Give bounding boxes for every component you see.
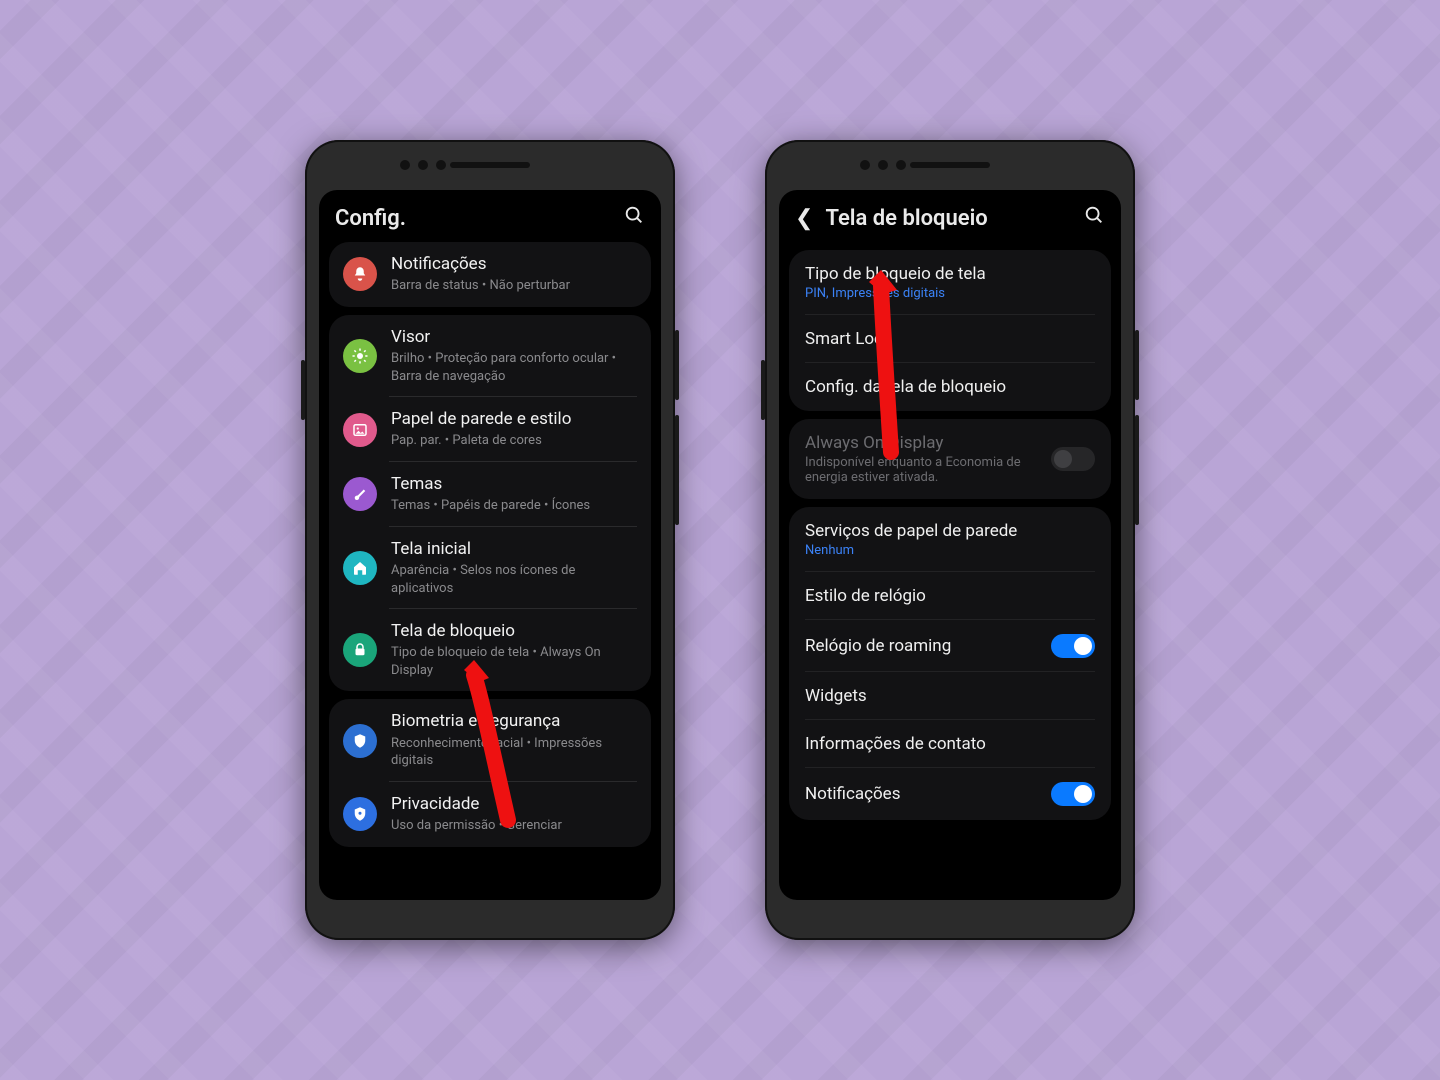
aod-toggle bbox=[1051, 447, 1095, 471]
row-sub: Barra de status • Não perturbar bbox=[391, 277, 637, 295]
image-icon bbox=[343, 413, 377, 447]
row-sub: Indisponível enquanto a Economia de ener… bbox=[805, 455, 1041, 485]
always-on-display-row: Always On Display Indisponível enquanto … bbox=[789, 419, 1111, 499]
phone-left: Config. Notificações Barra de status • N… bbox=[305, 140, 675, 940]
header: ❮ Tela de bloqueio bbox=[779, 190, 1121, 242]
row-title: Informações de contato bbox=[805, 734, 986, 754]
lockscreen-config-row[interactable]: Config. da tela de bloqueio bbox=[789, 363, 1111, 411]
row-sub: Reconhecimento facial • Impressões digit… bbox=[391, 735, 637, 770]
row-title: Tipo de bloqueio de tela bbox=[805, 264, 986, 284]
row-sub: Aparência • Selos nos ícones de aplicati… bbox=[391, 562, 637, 597]
row-title: Tela inicial bbox=[391, 539, 637, 560]
phone-right: ❮ Tela de bloqueio Tipo de bloqueio de t… bbox=[765, 140, 1135, 940]
settings-row-biometrics[interactable]: Biometria e segurança Reconhecimento fac… bbox=[329, 699, 651, 781]
row-title: Tela de bloqueio bbox=[391, 621, 637, 642]
row-sub: PIN, Impressões digitais bbox=[805, 286, 986, 301]
search-icon[interactable] bbox=[1083, 204, 1105, 232]
row-title: Always On Display bbox=[805, 433, 1041, 453]
search-icon[interactable] bbox=[623, 204, 645, 232]
widgets-row[interactable]: Widgets bbox=[789, 672, 1111, 720]
smart-lock-row[interactable]: Smart Lock bbox=[789, 315, 1111, 363]
settings-row-privacy[interactable]: Privacidade Uso da permissão • Gerenciar bbox=[329, 782, 651, 847]
row-title: Visor bbox=[391, 327, 637, 348]
notifications-toggle[interactable] bbox=[1051, 782, 1095, 806]
row-title: Widgets bbox=[805, 686, 867, 706]
row-title: Serviços de papel de parede bbox=[805, 521, 1017, 541]
settings-row-themes[interactable]: Temas Temas • Papéis de parede • Ícones bbox=[329, 462, 651, 527]
page-title: Config. bbox=[335, 206, 406, 231]
row-title: Papel de parede e estilo bbox=[391, 409, 637, 430]
back-icon[interactable]: ❮ bbox=[795, 206, 813, 231]
sun-icon bbox=[343, 339, 377, 373]
row-title: Privacidade bbox=[391, 794, 637, 815]
settings-row-display[interactable]: Visor Brilho • Proteção para conforto oc… bbox=[329, 315, 651, 397]
clock-style-row[interactable]: Estilo de relógio bbox=[789, 572, 1111, 620]
contact-info-row[interactable]: Informações de contato bbox=[789, 720, 1111, 768]
row-sub: Pap. par. • Paleta de cores bbox=[391, 432, 637, 450]
page-title: Tela de bloqueio bbox=[825, 206, 987, 231]
screen-lockscreen-settings: ❮ Tela de bloqueio Tipo de bloqueio de t… bbox=[779, 190, 1121, 900]
privacy-icon bbox=[343, 797, 377, 831]
row-title: Notificações bbox=[391, 254, 637, 275]
row-sub: Uso da permissão • Gerenciar bbox=[391, 817, 637, 835]
lock-icon bbox=[343, 633, 377, 667]
brush-icon bbox=[343, 477, 377, 511]
row-title: Temas bbox=[391, 474, 637, 495]
row-title: Notificações bbox=[805, 784, 900, 804]
settings-row-home[interactable]: Tela inicial Aparência • Selos nos ícone… bbox=[329, 527, 651, 609]
row-title: Smart Lock bbox=[805, 329, 892, 349]
wallpaper-services-row[interactable]: Serviços de papel de parede Nenhum bbox=[789, 507, 1111, 572]
roaming-clock-toggle[interactable] bbox=[1051, 634, 1095, 658]
row-title: Relógio de roaming bbox=[805, 636, 951, 656]
screen-settings: Config. Notificações Barra de status • N… bbox=[319, 190, 661, 900]
settings-row-notifications[interactable]: Notificações Barra de status • Não pertu… bbox=[329, 242, 651, 307]
row-title: Estilo de relógio bbox=[805, 586, 926, 606]
bell-icon bbox=[343, 257, 377, 291]
row-sub: Brilho • Proteção para conforto ocular •… bbox=[391, 350, 637, 385]
row-title: Config. da tela de bloqueio bbox=[805, 377, 1006, 397]
notifications-row[interactable]: Notificações bbox=[789, 768, 1111, 820]
header: Config. bbox=[319, 190, 661, 242]
row-title: Biometria e segurança bbox=[391, 711, 637, 732]
row-sub: Tipo de bloqueio de tela • Always On Dis… bbox=[391, 644, 637, 679]
shield-icon bbox=[343, 724, 377, 758]
lock-type-row[interactable]: Tipo de bloqueio de tela PIN, Impressões… bbox=[789, 250, 1111, 315]
home-icon bbox=[343, 551, 377, 585]
roaming-clock-row[interactable]: Relógio de roaming bbox=[789, 620, 1111, 672]
settings-row-wallpaper[interactable]: Papel de parede e estilo Pap. par. • Pal… bbox=[329, 397, 651, 462]
row-sub: Temas • Papéis de parede • Ícones bbox=[391, 497, 637, 515]
row-sub: Nenhum bbox=[805, 543, 1017, 558]
settings-row-lockscreen[interactable]: Tela de bloqueio Tipo de bloqueio de tel… bbox=[329, 609, 651, 691]
